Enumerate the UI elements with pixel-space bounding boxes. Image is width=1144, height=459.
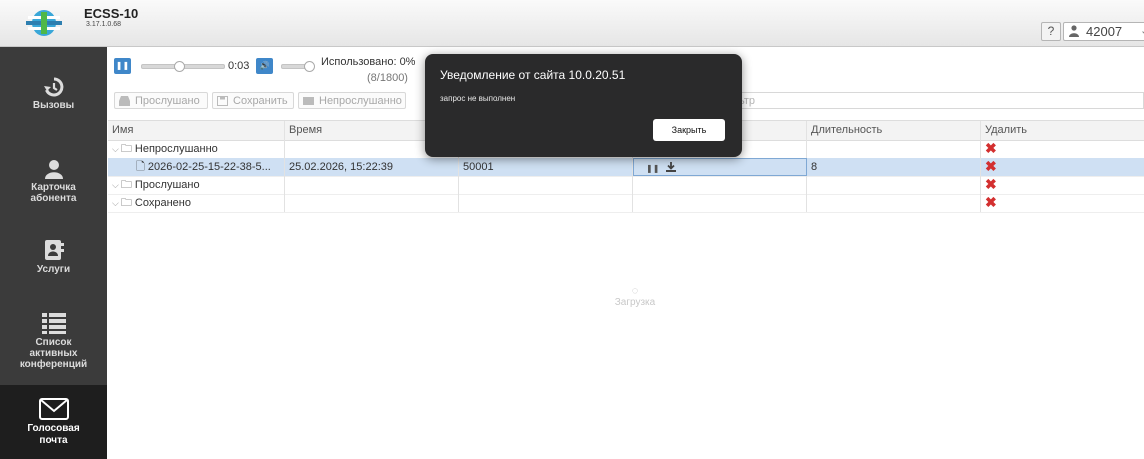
delete-icon[interactable]: ✖: [985, 176, 997, 192]
eltex-logo-icon: [26, 10, 62, 36]
table-row[interactable]: ⌵ 🗀 Прослушано ✖: [108, 176, 1144, 195]
list-icon: [41, 313, 66, 334]
row-duration: [807, 176, 981, 194]
folder-name: Сохранено: [134, 197, 191, 209]
row-duration: 8: [807, 158, 981, 176]
user-icon: [1069, 25, 1079, 37]
table-row[interactable]: 🗋 2026-02-25-15-22-38-5... 25.02.2026, 1…: [108, 158, 1144, 177]
row-time: [285, 176, 459, 194]
file-name: 2026-02-25-15-22-38-5...: [147, 161, 271, 173]
app-version: 3.17.1.0.68: [86, 21, 122, 28]
folder-icon: 🗀: [120, 143, 132, 155]
envelope-icon: [38, 398, 69, 420]
sidebar-item-conferences[interactable]: Список активных конференций: [0, 312, 107, 370]
row-actions: [633, 194, 807, 212]
mark-listened-button[interactable]: Прослушано: [114, 92, 208, 109]
chevron-down-icon[interactable]: ⌵: [112, 198, 119, 208]
row-from: 50001: [459, 158, 633, 176]
column-duration[interactable]: Длительность: [807, 121, 981, 140]
inbox-icon: [119, 96, 130, 106]
row-actions: [633, 176, 807, 194]
download-icon[interactable]: [666, 162, 677, 172]
call-history-icon: [43, 77, 63, 97]
dialog-title: Уведомление от сайта 10.0.20.51: [440, 68, 626, 82]
usage-label: Использовано: 0%: [321, 56, 416, 68]
sidebar: Вызовы Карточка абонента Услуги Список а…: [0, 47, 107, 459]
loading-label: Загрузка: [614, 297, 656, 308]
row-from: [459, 194, 633, 212]
column-delete[interactable]: Удалить: [981, 121, 1144, 140]
person-icon: [44, 160, 63, 179]
slider-knob[interactable]: [174, 61, 185, 72]
address-book-icon: [44, 240, 64, 260]
help-button[interactable]: ?: [1041, 22, 1061, 41]
save-button[interactable]: Сохранить: [212, 92, 294, 109]
playback-slider[interactable]: [141, 61, 225, 72]
sidebar-item-label: Услуги: [36, 264, 71, 275]
user-menu[interactable]: 42007 ⌄: [1063, 22, 1144, 41]
loading-indicator: ◌ Загрузка: [595, 285, 675, 308]
spinner-icon: ◌: [631, 285, 639, 297]
floppy-icon: [217, 96, 228, 106]
app-title: ECSS-10: [84, 6, 139, 21]
usage-count: (8/1800): [367, 72, 408, 84]
top-bar: ECSS-10 3.17.1.0.68 ? 42007 ⌄: [0, 0, 1144, 47]
sidebar-item-voicemail[interactable]: Голосовая почта: [0, 385, 107, 459]
sidebar-item-label: Карточка абонента: [30, 182, 77, 204]
dialog-message: запрос не выполнен: [440, 94, 516, 103]
folder-icon: 🗀: [120, 197, 132, 209]
pause-icon: ❚❚: [115, 61, 130, 70]
chevron-down-icon[interactable]: ⌵: [112, 180, 119, 190]
pause-icon[interactable]: ❚❚: [646, 164, 659, 173]
row-duration: [807, 194, 981, 212]
sidebar-item-label: Голосовая почта: [27, 423, 80, 446]
volume-button[interactable]: 🔊: [256, 58, 273, 74]
row-duration: [807, 140, 981, 158]
sidebar-item-subscriber-card[interactable]: Карточка абонента: [0, 159, 107, 204]
envelope-icon: [303, 97, 314, 105]
pause-button[interactable]: ❚❚: [114, 58, 131, 74]
sidebar-item-label: Список активных конференций: [19, 337, 88, 370]
close-button[interactable]: Закрыть: [653, 119, 725, 141]
row-actions: ❚❚: [633, 158, 807, 176]
folder-icon: 🗀: [120, 179, 132, 191]
speaker-icon: 🔊: [259, 61, 270, 70]
chevron-down-icon[interactable]: ⌵: [112, 144, 119, 154]
delete-icon[interactable]: ✖: [985, 158, 997, 174]
sidebar-item-calls[interactable]: Вызовы: [0, 77, 107, 111]
mark-unlistened-button[interactable]: Непрослушанно: [298, 92, 406, 109]
delete-icon[interactable]: ✖: [985, 140, 997, 156]
slider-knob[interactable]: [304, 61, 315, 72]
sidebar-item-services[interactable]: Услуги: [0, 239, 107, 275]
volume-slider[interactable]: [281, 61, 315, 72]
playback-time: 0:03: [228, 60, 250, 72]
folder-name: Непрослушанно: [134, 143, 218, 155]
site-notification-dialog: Уведомление от сайта 10.0.20.51 запрос н…: [425, 54, 742, 157]
row-time: 25.02.2026, 15:22:39: [285, 158, 459, 176]
folder-name: Прослушано: [134, 179, 200, 191]
row-from: [459, 176, 633, 194]
table-row[interactable]: ⌵ 🗀 Сохранено ✖: [108, 194, 1144, 213]
filter-input[interactable]: ьтр: [724, 92, 1144, 109]
user-name: 42007: [1086, 24, 1123, 39]
row-time: [285, 194, 459, 212]
file-icon: 🗋: [136, 161, 145, 173]
chevron-down-icon: ⌄: [1140, 24, 1144, 37]
delete-icon[interactable]: ✖: [985, 194, 997, 210]
sidebar-item-label: Вызовы: [32, 100, 75, 111]
column-name[interactable]: Имя: [108, 121, 285, 140]
audio-player: ❚❚ 0:03 🔊 Использовано: 0% (8/1800): [114, 52, 424, 92]
